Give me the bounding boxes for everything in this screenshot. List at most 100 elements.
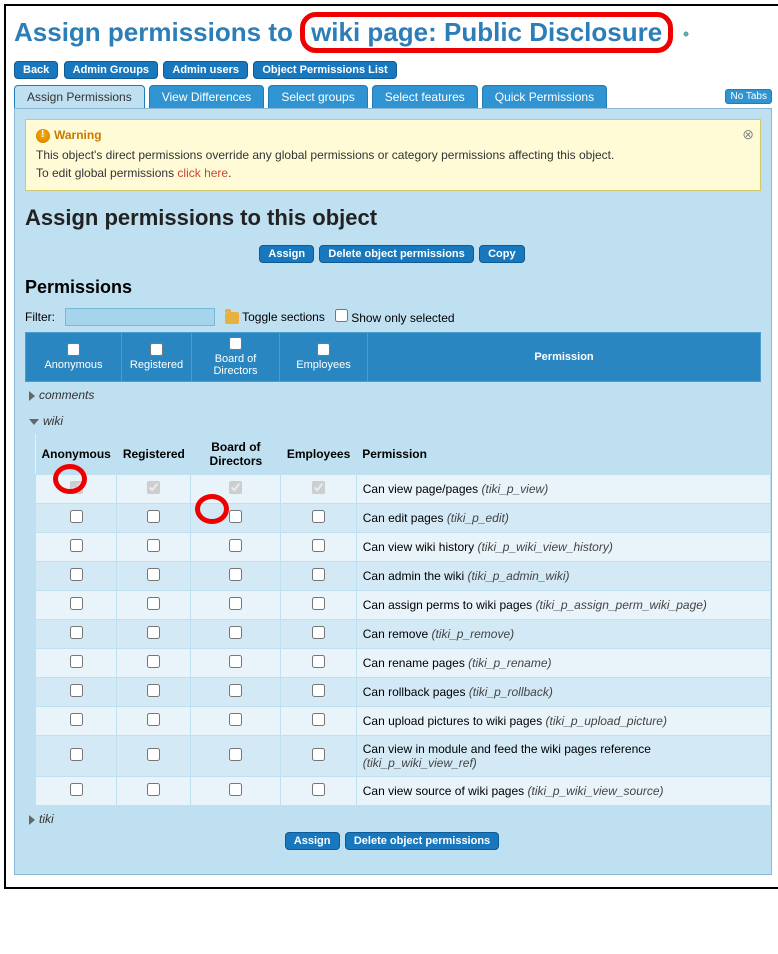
section-wiki[interactable]: wiki xyxy=(25,408,761,434)
perm-checkbox[interactable] xyxy=(312,748,325,761)
perm-cell xyxy=(281,620,356,649)
perm-checkbox[interactable] xyxy=(147,597,160,610)
tab-view-differences[interactable]: View Differences xyxy=(149,85,265,108)
perm-checkbox[interactable] xyxy=(229,539,242,552)
perm-checkbox[interactable] xyxy=(312,510,325,523)
perm-cell xyxy=(117,649,191,678)
perm-cell xyxy=(36,620,117,649)
perm-cell xyxy=(281,649,356,678)
perm-checkbox[interactable] xyxy=(229,713,242,726)
perm-checkbox[interactable] xyxy=(312,626,325,639)
perm-checkbox[interactable] xyxy=(312,655,325,668)
perm-checkbox[interactable] xyxy=(312,684,325,697)
table-row: Can view in module and feed the wiki pag… xyxy=(36,736,771,777)
table-row: Can admin the wiki (tiki_p_admin_wiki) xyxy=(36,562,771,591)
perm-checkbox[interactable] xyxy=(70,655,83,668)
nav-buttons: Back Admin Groups Admin users Object Per… xyxy=(14,61,772,79)
perm-checkbox[interactable] xyxy=(70,783,83,796)
perm-cell xyxy=(36,736,117,777)
perm-checkbox[interactable] xyxy=(147,713,160,726)
perm-checkbox[interactable] xyxy=(147,655,160,668)
assign-button[interactable]: Assign xyxy=(259,245,314,263)
select-all-employees[interactable] xyxy=(317,343,330,356)
perm-cell xyxy=(36,591,117,620)
perm-checkbox[interactable] xyxy=(147,539,160,552)
th-registered: Registered xyxy=(117,434,191,475)
group-col-registered: Registered xyxy=(122,333,192,382)
perm-checkbox[interactable] xyxy=(70,539,83,552)
section-comments[interactable]: comments xyxy=(25,382,761,408)
perm-cell xyxy=(281,591,356,620)
perm-cell xyxy=(117,475,191,504)
perm-checkbox xyxy=(147,481,160,494)
object-permissions-list-button[interactable]: Object Permissions List xyxy=(253,61,396,79)
tab-assign-permissions[interactable]: Assign Permissions xyxy=(14,85,145,108)
th-board: Board of Directors xyxy=(191,434,281,475)
perm-cell xyxy=(281,504,356,533)
perm-checkbox[interactable] xyxy=(312,568,325,581)
perm-checkbox[interactable] xyxy=(312,597,325,610)
gear-icon[interactable] xyxy=(680,28,692,40)
perm-cell xyxy=(191,533,281,562)
perm-checkbox[interactable] xyxy=(229,626,242,639)
assign-button-bottom[interactable]: Assign xyxy=(285,832,340,850)
table-row: Can assign perms to wiki pages (tiki_p_a… xyxy=(36,591,771,620)
perm-checkbox[interactable] xyxy=(70,713,83,726)
perm-checkbox[interactable] xyxy=(229,748,242,761)
permissions-heading: Permissions xyxy=(25,277,761,298)
perm-checkbox[interactable] xyxy=(147,684,160,697)
select-all-registered[interactable] xyxy=(150,343,163,356)
back-button[interactable]: Back xyxy=(14,61,58,79)
perm-checkbox[interactable] xyxy=(312,539,325,552)
perm-cell xyxy=(36,504,117,533)
title-prefix: Assign permissions to xyxy=(14,17,300,47)
select-all-board[interactable] xyxy=(229,337,242,350)
perm-checkbox[interactable] xyxy=(70,510,83,523)
perm-checkbox[interactable] xyxy=(70,748,83,761)
perm-checkbox[interactable] xyxy=(229,783,242,796)
copy-button[interactable]: Copy xyxy=(479,245,525,263)
close-icon[interactable]: ⊗ xyxy=(742,126,754,143)
perm-cell xyxy=(117,562,191,591)
section-tiki[interactable]: tiki xyxy=(25,806,761,832)
perm-checkbox[interactable] xyxy=(147,568,160,581)
no-tabs-button[interactable]: No Tabs xyxy=(725,89,772,104)
show-only-selected[interactable]: Show only selected xyxy=(335,309,455,325)
perm-checkbox[interactable] xyxy=(70,597,83,610)
perm-checkbox[interactable] xyxy=(229,655,242,668)
admin-users-button[interactable]: Admin users xyxy=(163,61,248,79)
select-all-anonymous[interactable] xyxy=(67,343,80,356)
perm-checkbox[interactable] xyxy=(229,597,242,610)
perm-checkbox[interactable] xyxy=(147,783,160,796)
perm-checkbox[interactable] xyxy=(229,510,242,523)
perm-cell xyxy=(191,591,281,620)
perm-checkbox[interactable] xyxy=(70,684,83,697)
click-here-link[interactable]: click here xyxy=(177,166,228,180)
perm-cell xyxy=(191,649,281,678)
tab-select-groups[interactable]: Select groups xyxy=(268,85,367,108)
perm-checkbox[interactable] xyxy=(70,568,83,581)
perm-checkbox[interactable] xyxy=(229,568,242,581)
perm-label: Can edit pages (tiki_p_edit) xyxy=(356,504,770,533)
filter-input[interactable] xyxy=(65,308,215,326)
delete-permissions-button[interactable]: Delete object permissions xyxy=(319,245,473,263)
perm-checkbox[interactable] xyxy=(147,626,160,639)
perm-cell xyxy=(117,736,191,777)
th-anonymous: Anonymous xyxy=(36,434,117,475)
perm-checkbox[interactable] xyxy=(312,713,325,726)
delete-permissions-button-bottom[interactable]: Delete object permissions xyxy=(345,832,499,850)
tab-quick-permissions[interactable]: Quick Permissions xyxy=(482,85,607,108)
tab-select-features[interactable]: Select features xyxy=(372,85,478,108)
perm-checkbox[interactable] xyxy=(147,510,160,523)
toggle-sections[interactable]: Toggle sections xyxy=(225,310,325,324)
perm-checkbox[interactable] xyxy=(312,783,325,796)
perm-checkbox[interactable] xyxy=(229,684,242,697)
group-col-employees: Employees xyxy=(280,333,368,382)
admin-groups-button[interactable]: Admin Groups xyxy=(64,61,158,79)
show-only-selected-checkbox[interactable] xyxy=(335,309,348,322)
table-row: Can view source of wiki pages (tiki_p_wi… xyxy=(36,777,771,806)
perm-checkbox[interactable] xyxy=(147,748,160,761)
table-row: Can edit pages (tiki_p_edit) xyxy=(36,504,771,533)
perm-checkbox[interactable] xyxy=(70,626,83,639)
table-row: Can upload pictures to wiki pages (tiki_… xyxy=(36,707,771,736)
